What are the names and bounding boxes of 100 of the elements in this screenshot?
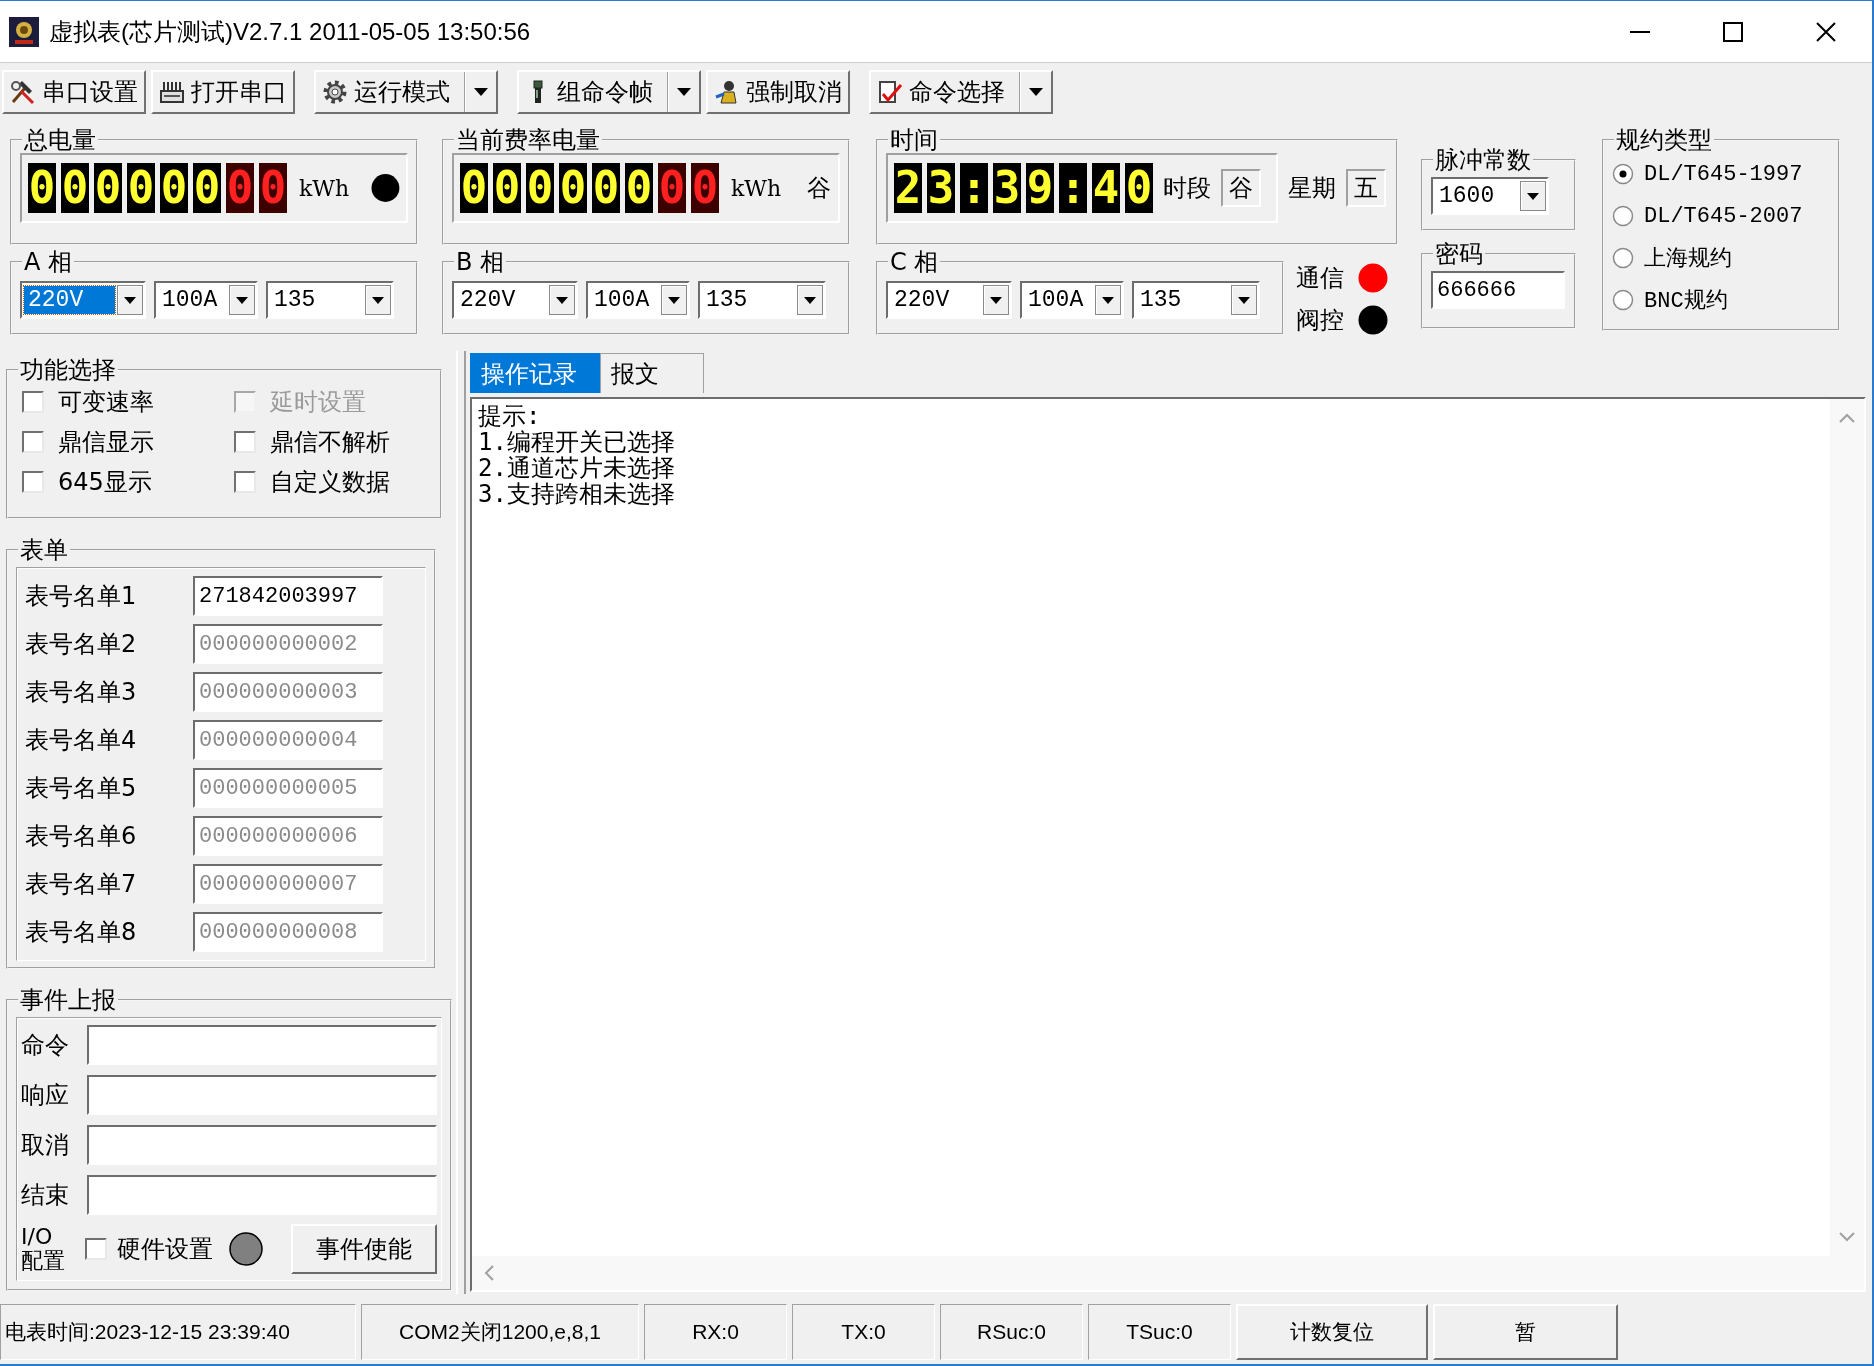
checkbox[interactable]: [85, 1238, 107, 1260]
dropdown-arrow-icon: [117, 285, 143, 315]
field-label: 表号名单2: [25, 629, 138, 660]
status-dot-icon: [229, 1232, 263, 1266]
value-dropdown[interactable]: 135: [698, 281, 826, 319]
group-title: 密码: [1434, 241, 1484, 267]
app-icon: [9, 16, 39, 47]
group-title: 规约类型: [1615, 127, 1713, 153]
checkbox[interactable]: [22, 431, 44, 453]
radio-button[interactable]: [1612, 205, 1634, 227]
current-dropdown[interactable]: 100A: [154, 281, 258, 319]
toolbar-button[interactable]: 串口设置: [2, 70, 146, 114]
radio-label: BNC规约: [1644, 288, 1728, 315]
field-label: 取消: [21, 1130, 70, 1161]
dropdown-arrow-icon: [365, 285, 391, 315]
dropdown-arrow-icon: [661, 285, 687, 315]
tools-icon: [10, 79, 36, 105]
scroll-down-icon: [1839, 1232, 1855, 1242]
group-title: 功能选择: [19, 357, 117, 383]
tab[interactable]: 操作记录: [470, 353, 600, 393]
current-dropdown[interactable]: 100A: [1020, 281, 1124, 319]
voltage-dropdown[interactable]: 220V: [452, 281, 578, 319]
caret-icon: [1029, 88, 1043, 96]
caret-icon: [474, 88, 488, 96]
checkbox-label: 鼎信显示: [58, 427, 154, 458]
radio-button[interactable]: [1612, 163, 1634, 185]
toolbar-button[interactable]: 打开串口: [151, 70, 295, 114]
unit-label: kWh: [299, 175, 350, 201]
input-field[interactable]: [86, 1025, 437, 1065]
horizontal-scrollbar[interactable]: [472, 1256, 1864, 1290]
voltage-dropdown[interactable]: 220V: [20, 281, 146, 319]
field-label: 表号名单8: [25, 917, 138, 948]
scroll-left-icon: [484, 1265, 494, 1281]
status-dot-icon: [371, 173, 400, 203]
group-title: 当前费率电量: [455, 127, 601, 153]
value-dropdown[interactable]: 135: [1132, 281, 1260, 319]
radio-button[interactable]: [1612, 289, 1634, 311]
status-text: RX:0: [644, 1304, 787, 1360]
checkbox-label: 延时设置: [270, 387, 366, 418]
pulse-constant-dropdown[interactable]: 1600: [1431, 177, 1549, 215]
dropdown-arrow-icon: [797, 285, 823, 315]
input-field[interactable]: 271842003997: [193, 576, 383, 616]
radio-label: 上海规约: [1644, 246, 1732, 273]
dropdown-arrow-icon: [1095, 285, 1121, 315]
radio-label: DL/T645-1997: [1644, 161, 1803, 187]
status-text: 电表时间:2023-12-15 23:39:40: [0, 1304, 356, 1360]
group-title: A 相: [23, 249, 74, 275]
checkbox[interactable]: [234, 471, 256, 493]
caret-icon: [677, 88, 691, 96]
led-digits: 000000: [28, 163, 221, 213]
scroll-up-icon: [1839, 413, 1855, 423]
group-title: C 相: [889, 249, 940, 275]
minimize-icon: [1629, 30, 1650, 33]
value-dropdown[interactable]: 135: [266, 281, 394, 319]
tab[interactable]: 报文: [600, 353, 704, 393]
checkbox[interactable]: [22, 391, 44, 413]
log-line: 1.编程开关已选择: [478, 429, 676, 455]
input-field[interactable]: [86, 1125, 437, 1165]
vertical-scrollbar[interactable]: [1830, 399, 1864, 1256]
status-button[interactable]: 计数复位: [1236, 1304, 1428, 1360]
field-label: 表号名单4: [25, 725, 138, 756]
field-label: 响应: [21, 1080, 70, 1111]
field-label: 表号名单3: [25, 677, 138, 708]
weekday-label: 星期: [1288, 173, 1336, 204]
dropdown-arrow-icon: [983, 285, 1009, 315]
period-label: 时段: [1163, 173, 1211, 204]
group-title: 事件上报: [19, 987, 117, 1013]
radio-label: DL/T645-2007: [1644, 203, 1803, 229]
current-dropdown[interactable]: 100A: [586, 281, 690, 319]
unit-label: kWh: [731, 175, 782, 201]
field-label: 表号名单6: [25, 821, 138, 852]
splitter[interactable]: [456, 351, 466, 1294]
io-config-label: I/O 配置: [21, 1225, 66, 1273]
status-button[interactable]: 暂: [1433, 1304, 1618, 1360]
enable-events-button[interactable]: 事件使能: [291, 1224, 437, 1274]
log-line: 2.通道芯片未选择: [478, 455, 676, 481]
status-text: RSuc:0: [940, 1304, 1083, 1360]
input-field[interactable]: [86, 1175, 437, 1215]
period-field[interactable]: 谷: [1221, 169, 1261, 207]
dropdown-button[interactable]: 运行模式: [314, 70, 498, 114]
radio-button[interactable]: [1612, 247, 1634, 269]
password-field[interactable]: 666666: [1431, 271, 1565, 309]
group-title: 总电量: [23, 127, 97, 153]
keyboard-icon: [159, 79, 185, 105]
voltage-dropdown[interactable]: 220V: [886, 281, 1012, 319]
checkbox[interactable]: [234, 431, 256, 453]
dropdown-button[interactable]: 组命令帧: [517, 70, 701, 114]
gear-icon: [322, 79, 348, 105]
dropdown-button[interactable]: 命令选择: [869, 70, 1053, 114]
maximize-icon: [1722, 21, 1743, 42]
weekday-field[interactable]: 五: [1346, 169, 1386, 207]
led-digits: 00: [226, 163, 287, 213]
toolbar-button[interactable]: 强制取消: [706, 70, 850, 114]
field-label: 结束: [21, 1180, 70, 1211]
status-text: TSuc:0: [1088, 1304, 1231, 1360]
input-field[interactable]: [86, 1075, 437, 1115]
status-text: COM2关闭1200,e,8,1: [361, 1304, 639, 1360]
group-title: 时间: [889, 127, 939, 153]
checkbox[interactable]: [22, 471, 44, 493]
dropdown-arrow-icon: [1520, 181, 1546, 211]
